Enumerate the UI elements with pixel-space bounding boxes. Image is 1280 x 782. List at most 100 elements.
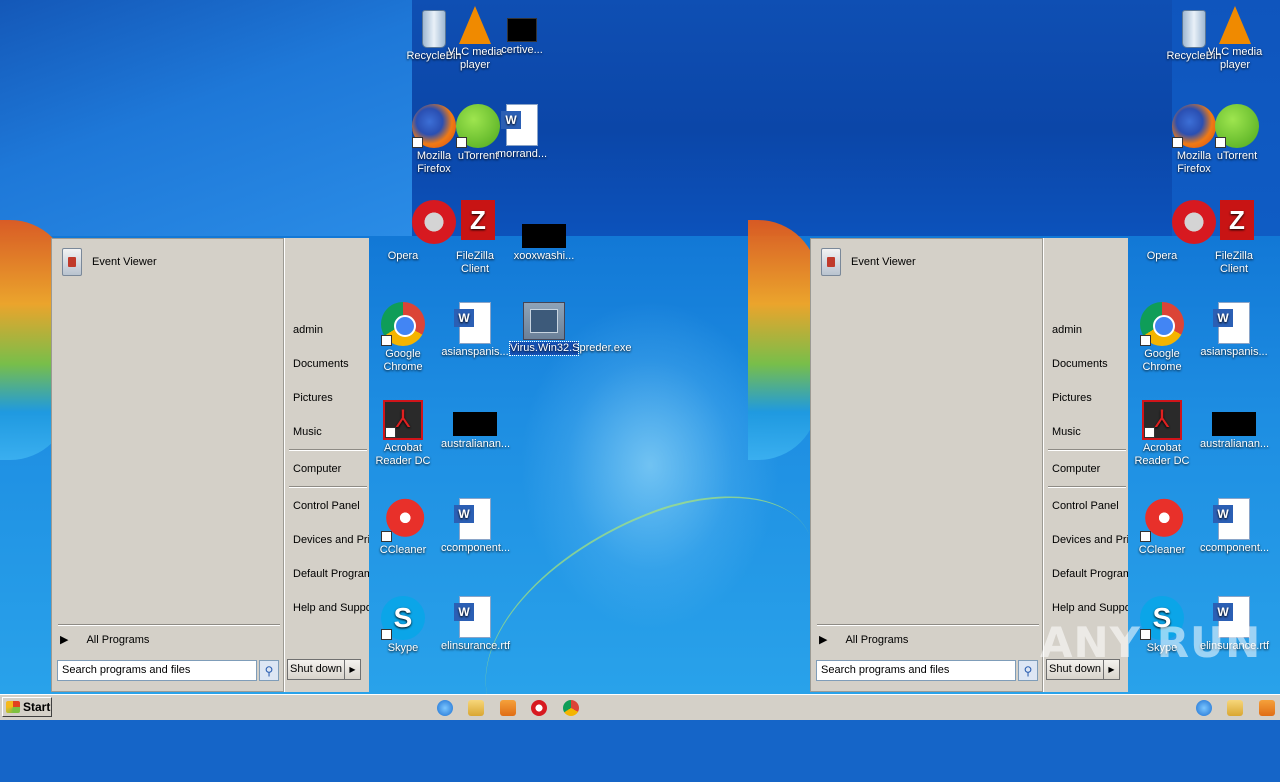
desktop-icon-acrobat[interactable]: ⅄ Acrobat Reader DC [369,400,437,468]
start-menu-item-default-programs[interactable]: Default Programs [1052,568,1128,580]
start-menu-item-admin[interactable]: admin [293,324,323,336]
chrome-icon[interactable] [563,700,579,716]
file-icon [507,18,537,42]
desktop-icon-australianan[interactable]: australianan... [441,400,510,451]
vlc-icon [459,6,491,44]
opera-icon[interactable] [531,700,547,716]
internet-explorer-icon[interactable] [437,700,453,716]
word-document-icon [454,596,491,638]
shutdown-button[interactable]: Shut down [287,659,345,680]
media-player-icon[interactable] [500,700,516,716]
word-document-icon [454,498,491,540]
ccleaner-icon [381,498,425,542]
start-menu-item-music[interactable]: Music [293,426,322,438]
desktop-icon-filezilla[interactable]: FileZilla Client [441,236,509,276]
desktop-icon-vlc-2[interactable]: VLC media player [1201,6,1269,72]
start-menu-item-devices[interactable]: Devices and Printers [293,534,369,546]
desktop-icon-virus-exe[interactable]: Virus.Win32.Spreder.exe [509,302,631,356]
start-menu-item-help[interactable]: Help and Support [1052,602,1128,614]
desktop-icon-ccleaner-2[interactable]: CCleaner [1128,498,1196,557]
start-menu-item-documents[interactable]: Documents [1052,358,1108,370]
desktop-icon-filezilla-2[interactable]: FileZilla Client [1200,236,1268,276]
word-document-icon [501,104,538,146]
desktop-icon-certive[interactable]: certive... [488,6,556,57]
desktop-icon-chrome[interactable]: Google Chrome [369,302,437,374]
search-input[interactable]: Search programs and files [816,660,1016,681]
desktop-icon-asianspanis[interactable]: asianspanis... [441,302,509,359]
all-programs-button[interactable]: ▶ All Programs [60,633,149,647]
taskbar: Start [0,694,1280,720]
triangle-right-icon: ▶ [60,634,69,646]
utorrent-icon [1215,104,1259,148]
skype-icon: S [381,596,425,640]
start-menu-item-control-panel[interactable]: Control Panel [1052,500,1119,512]
file-icon [1212,412,1256,436]
desktop-icon-elinsurance[interactable]: elinsurance.rtf [441,596,510,653]
internet-explorer-icon[interactable] [1196,700,1212,716]
start-menu: Event Viewer ▶ All Programs Search progr… [51,238,369,692]
triangle-right-icon: ▶ [819,634,828,646]
desktop-icon-utorrent-2[interactable]: uTorrent [1203,104,1271,163]
start-menu-item-admin[interactable]: admin [1052,324,1082,336]
divider [289,486,367,488]
watermark: ANY RUN [1040,618,1262,667]
all-programs-button[interactable]: ▶ All Programs [819,633,908,647]
file-explorer-icon[interactable] [1227,700,1243,716]
start-menu-item-help[interactable]: Help and Support [293,602,369,614]
search-icon[interactable]: ⚲ [1018,660,1038,681]
start-button[interactable]: Start [2,697,52,717]
start-menu-places-pane: admin Documents Pictures Music Computer … [284,238,369,692]
search-icon[interactable]: ⚲ [259,660,279,681]
start-menu-item-music[interactable]: Music [1052,426,1081,438]
desktop-icon-opera[interactable]: Opera [369,236,437,263]
desktop-icon-morrand[interactable]: morrand... [488,104,556,161]
start-menu-item-computer[interactable]: Computer [1052,463,1100,475]
media-player-icon[interactable] [1259,700,1275,716]
shutdown-options-arrow-icon[interactable]: ▶ [345,659,361,680]
desktop-icon-ccomponent[interactable]: ccomponent... [441,498,510,555]
start-menu-item-devices[interactable]: Devices and Printers [1052,534,1128,546]
acrobat-icon: ⅄ [383,400,423,440]
start-menu-item-pictures[interactable]: Pictures [1052,392,1092,404]
file-icon [522,224,566,248]
start-menu-item-event-viewer[interactable]: Event Viewer [821,248,916,276]
desktop-icon-opera-2[interactable]: Opera [1128,236,1196,263]
start-menu-programs-pane: Event Viewer ▶ All Programs Search progr… [51,238,284,692]
word-document-icon [1213,302,1250,344]
desktop-icon-xooxwashi[interactable]: xooxwashi... [510,220,578,263]
search-input[interactable]: Search programs and files [57,660,257,681]
divider [289,449,367,451]
filezilla-icon: Z [1220,200,1254,240]
desktop-icon-ccleaner[interactable]: CCleaner [369,498,437,557]
desktop-icon-ccomponent-2[interactable]: ccomponent... [1200,498,1269,555]
file-icon [453,412,497,436]
word-document-icon [1213,498,1250,540]
desktop-icon-skype[interactable]: S Skype [369,596,437,655]
ccleaner-icon [1140,498,1184,542]
executable-icon [523,302,565,340]
start-menu-item-pictures[interactable]: Pictures [293,392,333,404]
divider [58,624,280,626]
start-menu-item-computer[interactable]: Computer [293,463,341,475]
divider [1048,449,1126,451]
filezilla-icon: Z [461,200,495,240]
file-explorer-icon[interactable] [468,700,484,716]
divider [817,624,1039,626]
desktop-icon-asianspanis-2[interactable]: asianspanis... [1200,302,1268,359]
chrome-icon [381,302,425,346]
start-menu-item-event-viewer[interactable]: Event Viewer [62,248,157,276]
desktop-icon-acrobat-2[interactable]: ⅄ Acrobat Reader DC [1128,400,1196,468]
start-menu-item-control-panel[interactable]: Control Panel [293,500,360,512]
chrome-icon [1140,302,1184,346]
vlc-icon [1219,6,1251,44]
event-viewer-icon [62,248,82,276]
desktop-icon-chrome-2[interactable]: Google Chrome [1128,302,1196,374]
start-menu-item-default-programs[interactable]: Default Programs [293,568,369,580]
wallpaper-logo-right [748,220,818,460]
acrobat-icon: ⅄ [1142,400,1182,440]
windows-logo-icon [6,701,20,713]
divider [1048,486,1126,488]
start-menu-item-documents[interactable]: Documents [293,358,349,370]
word-document-icon [454,302,491,344]
desktop-icon-australianan-2[interactable]: australianan... [1200,400,1269,451]
